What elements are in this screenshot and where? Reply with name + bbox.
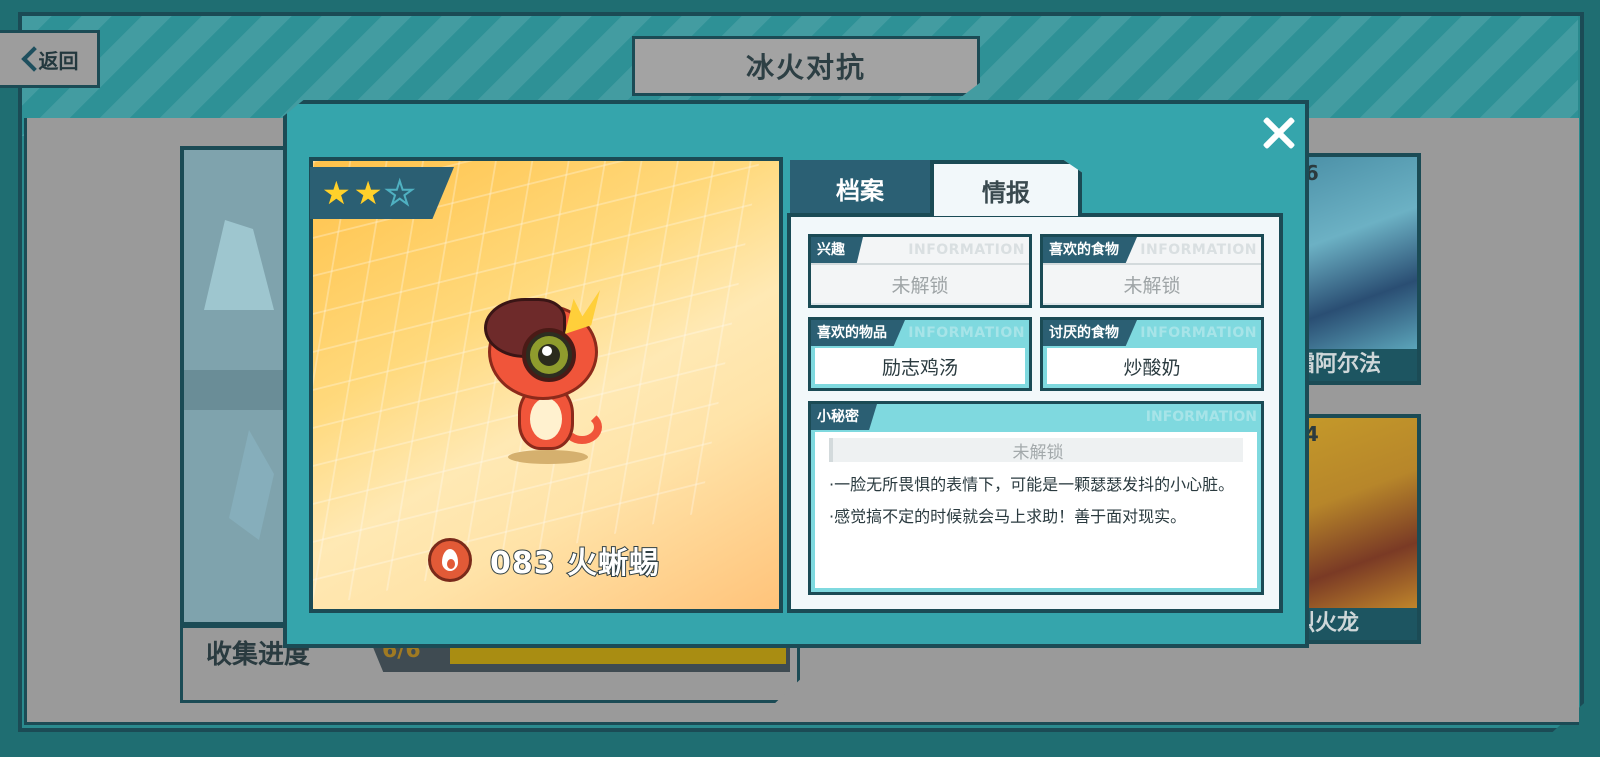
fire-icon [428, 538, 472, 582]
watermark-text: INFORMATION [1140, 325, 1257, 341]
chevron-left-icon [19, 47, 37, 71]
info-card-label: 小秘密 [811, 404, 877, 430]
page-title-plate: 冰火对抗 [632, 36, 980, 96]
watermark-text: INFORMATION [1145, 409, 1257, 425]
close-icon[interactable] [1256, 111, 1300, 155]
tab-archive[interactable]: 档案 [790, 160, 930, 216]
star-empty-icon: ★ [384, 174, 415, 212]
background-card-left[interactable] [180, 146, 290, 626]
ice-crystal-art [229, 430, 274, 540]
info-card-value: 未解锁 [811, 263, 1029, 303]
info-card-value: 励志鸡汤 [815, 348, 1025, 384]
secret-line: ·一脸无所畏惧的表情下，可能是一颗瑟瑟发抖的小心脏。 [829, 475, 1235, 494]
info-card-favorite-item: 喜欢的物品 INFORMATION 励志鸡汤 [808, 317, 1032, 391]
star-filled-icon: ★ [322, 174, 351, 212]
info-card-secret: 小秘密 INFORMATION 未解锁 ·一脸无所畏惧的表情下，可能是一颗瑟瑟发… [808, 401, 1264, 595]
info-card-label: 喜欢的物品 [811, 320, 905, 346]
secret-line: ·感觉搞不定的时候就会马上求助！善于面对现实。 [829, 507, 1187, 526]
watermark-text: INFORMATION [908, 325, 1025, 341]
info-card-label: 讨厌的食物 [1043, 320, 1137, 346]
tab-info[interactable]: 情报 [930, 160, 1082, 216]
back-button[interactable]: 返回 [0, 30, 100, 88]
watermark-text: INFORMATION [908, 242, 1025, 258]
info-card-favorite-food: 喜欢的食物 INFORMATION 未解锁 [1040, 234, 1264, 308]
info-card-value: 炒酸奶 [1047, 348, 1257, 384]
pet-name-row: 083 火蜥蜴 [428, 538, 660, 582]
ice-crystal-art [204, 220, 274, 310]
watermark-text: INFORMATION [1140, 242, 1257, 258]
info-card-disliked-food: 讨厌的食物 INFORMATION 炒酸奶 [1040, 317, 1264, 391]
star-rating: ★ ★ ★ [310, 167, 454, 219]
info-card-label: 喜欢的食物 [1043, 237, 1137, 263]
info-card-value: 未解锁 [1043, 263, 1261, 303]
info-card-hobby: 兴趣 INFORMATION 未解锁 [808, 234, 1032, 308]
page-title: 冰火对抗 [745, 51, 866, 84]
pet-name: 083 火蜥蜴 [489, 545, 661, 582]
tab-label: 档案 [836, 176, 884, 205]
pet-character-art [470, 290, 620, 470]
star-filled-icon: ★ [353, 174, 383, 212]
secret-locked-text: 未解锁 [829, 438, 1243, 463]
info-card-label: 兴趣 [811, 237, 863, 263]
tab-label: 情报 [982, 178, 1030, 207]
